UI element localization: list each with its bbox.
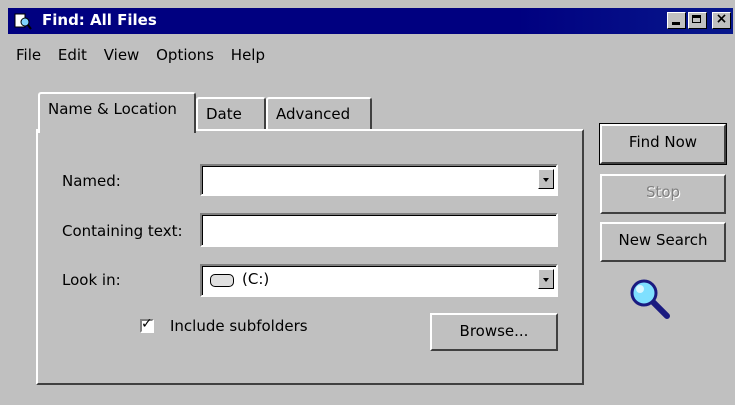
containing-text-input[interactable] <box>200 213 558 247</box>
stop-label: Stop <box>645 183 681 201</box>
hard-drive-icon <box>210 274 234 287</box>
named-field-inner <box>202 166 556 194</box>
magnifier-icon <box>630 279 670 319</box>
chevron-down-icon <box>543 278 549 282</box>
tab-name-location[interactable]: Name & Location <box>38 92 196 133</box>
chevron-down-icon <box>543 178 549 182</box>
find-now-label: Find Now <box>628 133 698 151</box>
minimize-button[interactable] <box>667 12 686 29</box>
menu-view[interactable]: View <box>104 46 140 64</box>
containing-field-inner <box>202 215 556 245</box>
checkmark-icon: ✓ <box>141 316 153 332</box>
new-search-label: New Search <box>618 231 708 249</box>
window-title: Find: All Files <box>42 11 157 29</box>
browse-button-label: Browse... <box>459 322 529 340</box>
look-in-label: Look in: <box>62 271 121 289</box>
stop-button[interactable]: Stop <box>600 174 726 214</box>
look-in-value: (C:) <box>242 270 270 288</box>
look-in-combobox[interactable]: (C:) <box>200 264 558 297</box>
close-button[interactable]: × <box>712 11 731 29</box>
named-dropdown-button[interactable] <box>538 169 554 189</box>
title-bar[interactable]: Find: All Files × <box>8 8 733 34</box>
include-subfolders-label: Include subfolders <box>170 317 308 335</box>
named-combobox[interactable] <box>200 164 558 196</box>
named-label: Named: <box>62 172 121 190</box>
tab-date[interactable]: Date <box>196 97 266 131</box>
close-icon: × <box>715 11 728 27</box>
tab-advanced[interactable]: Advanced <box>266 97 372 131</box>
new-search-button[interactable]: New Search <box>600 222 726 262</box>
include-subfolders-checkbox[interactable]: ✓ <box>140 316 154 333</box>
menu-help[interactable]: Help <box>231 46 265 64</box>
browse-button[interactable]: Browse... <box>430 313 558 351</box>
containing-text-label: Containing text: <box>62 222 183 240</box>
maximize-icon <box>692 15 701 23</box>
find-now-button[interactable]: Find Now <box>599 123 727 165</box>
menu-edit[interactable]: Edit <box>58 46 87 64</box>
find-files-icon <box>14 13 32 30</box>
look-in-dropdown-button[interactable] <box>538 269 554 289</box>
tab-advanced-label: Advanced <box>276 105 351 123</box>
maximize-button[interactable] <box>688 12 707 29</box>
tab-date-label: Date <box>206 105 242 123</box>
find-window: Find: All Files × File Edit View Options… <box>0 0 735 405</box>
menu-bar: File Edit View Options Help <box>16 46 277 70</box>
menu-options[interactable]: Options <box>156 46 214 64</box>
tab-name-location-label: Name & Location <box>48 100 177 118</box>
menu-file[interactable]: File <box>16 46 41 64</box>
minimize-icon <box>672 22 680 25</box>
